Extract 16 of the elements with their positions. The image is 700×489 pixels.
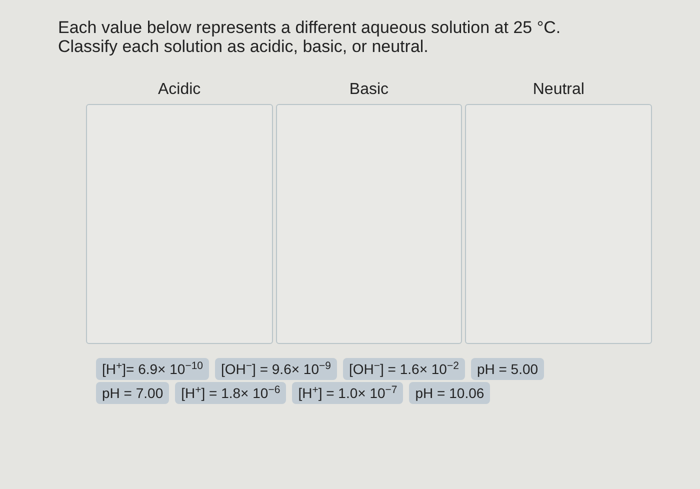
- answer-tile[interactable]: pH = 7.00: [96, 382, 170, 404]
- answer-tile[interactable]: [OH$^{−}$] = 9.6× 10$^{−9}$: [215, 358, 337, 380]
- answer-tile[interactable]: [H$^{+}$] = 1.0× 10$^{−7}$: [292, 382, 404, 404]
- answer-tile[interactable]: pH = 10.06: [409, 382, 490, 404]
- instruction-text: Classify each solution as acidic, basic, or neutral.: [58, 37, 428, 56]
- answer-tile[interactable]: pH = 5.00: [470, 358, 544, 380]
- answer-tile[interactable]: [H$^{+}$] = 1.8× 10$^{−6}$: [175, 382, 286, 404]
- category-label: Acidic: [158, 80, 201, 100]
- category-label: Neutral: [532, 80, 584, 100]
- drop-zone[interactable]: [276, 104, 462, 344]
- drop-zone[interactable]: [465, 104, 652, 344]
- drop-zone[interactable]: [86, 104, 273, 344]
- instruction-text: Each value below represents a different aqueous solution at 25 °C.: [58, 18, 561, 37]
- answer-tile[interactable]: [OH$^{−}$] = 1.6× 10$^{−2}$: [342, 358, 465, 380]
- answer-tile[interactable]: [H$^{+}$]= 6.9× 10$^{−10}$: [96, 358, 210, 380]
- category-label: Basic: [349, 80, 389, 100]
